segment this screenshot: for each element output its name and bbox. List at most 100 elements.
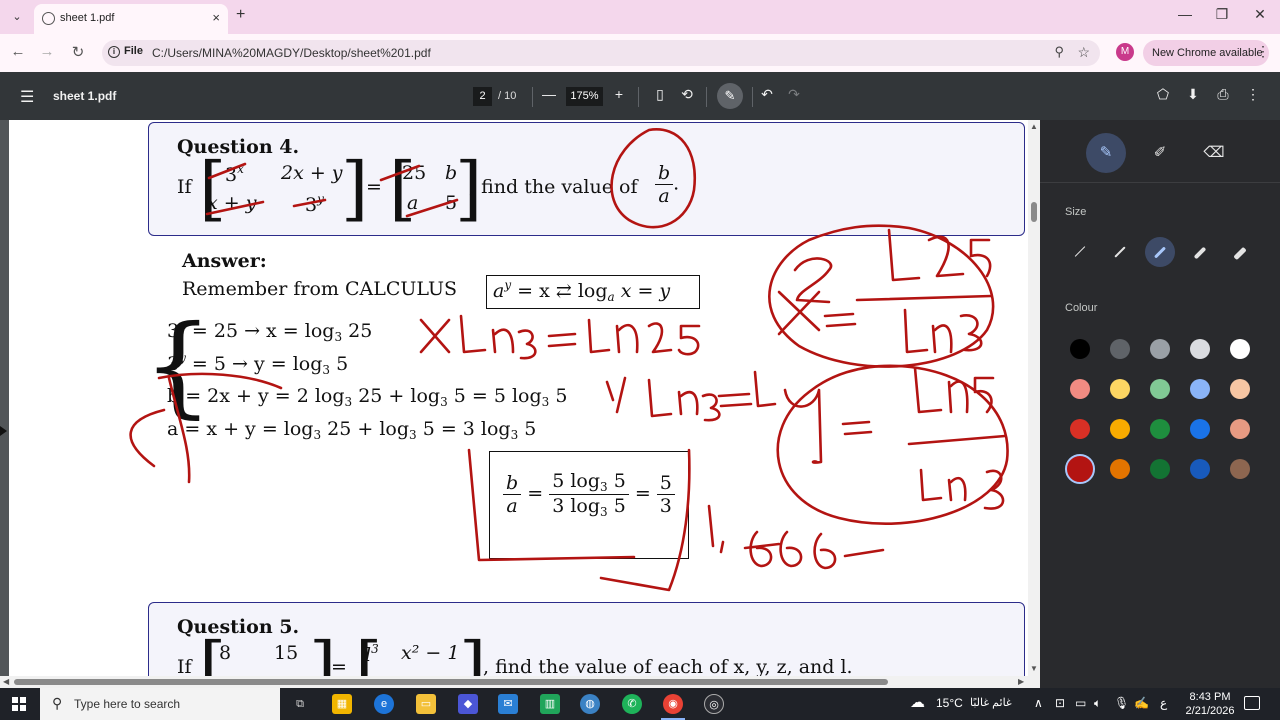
size-option-2[interactable] [1105,237,1135,267]
minimize-button[interactable]: — [1170,6,1200,22]
microphone-icon[interactable]: 🎙︎ [1114,696,1129,710]
rotate-icon[interactable]: ⟲ [677,86,697,103]
back-button[interactable]: ← [8,43,28,60]
pdf-more-icon[interactable]: ⋮ [1243,86,1263,103]
colour-swatch[interactable] [1150,379,1170,399]
size-option-5[interactable] [1225,237,1255,267]
globe-app-icon[interactable]: ◍ [580,694,600,714]
chrome-icon[interactable]: ◉ [663,694,683,714]
pen-tool-button[interactable]: ✎ [1086,133,1126,173]
zoom-out-button[interactable]: — [539,86,559,102]
chart-app-icon[interactable]: ▥ [540,694,560,714]
copilot-icon[interactable]: ◆ [458,694,478,714]
colour-swatch[interactable] [1110,339,1130,359]
show-hidden-icons[interactable]: ∧ [1034,696,1043,710]
colour-swatch[interactable] [1190,379,1210,399]
horizontal-scroll-thumb[interactable] [14,679,888,685]
site-info-chip[interactable]: i File [108,45,143,58]
scroll-down-arrow[interactable]: ▼ [1030,664,1038,673]
task-view-icon[interactable]: ⧉ [290,694,310,714]
weather-icon[interactable]: ☁ [910,693,925,711]
url-text[interactable]: C:/Users/MINA%20MAGDY/Desktop/sheet%201.… [152,46,431,60]
undo-button[interactable]: ↶ [757,86,777,103]
colour-swatch[interactable] [1230,419,1250,439]
redo-button[interactable]: ↷ [784,86,804,103]
clock[interactable]: 8:43 PM 2/21/2026 [1180,690,1240,718]
browser-menu-icon[interactable]: ⋮ [1256,43,1270,60]
scroll-up-arrow[interactable]: ▲ [1030,122,1038,131]
colour-swatch[interactable] [1070,419,1090,439]
profile-avatar[interactable]: M [1116,43,1134,61]
colour-swatch[interactable] [1190,419,1210,439]
vertical-scroll-thumb[interactable] [1031,202,1037,222]
colour-swatch[interactable] [1150,419,1170,439]
size-option-1[interactable] [1065,237,1095,267]
download-icon[interactable]: ⬇ [1183,86,1203,103]
mail-icon[interactable]: ✉ [498,694,518,714]
vertical-scrollbar[interactable]: ▲ ▼ [1028,120,1040,676]
colour-swatch[interactable] [1230,339,1250,359]
add-annotation-icon[interactable]: ⬠ [1153,86,1173,103]
colour-swatch[interactable] [1150,459,1170,479]
horizontal-scrollbar[interactable]: ◀ ▶ [0,676,1040,688]
recorder-icon[interactable]: ◎ [704,694,724,714]
ink-text [777,257,833,336]
eraser-tool-button[interactable]: ⌫ [1194,133,1234,173]
reload-button[interactable]: ↻ [68,43,88,61]
pdf-page[interactable]: Question 4. If [ 3x 2x + y x + y 3y ] = … [9,120,1028,676]
notification-icon[interactable] [1244,696,1260,710]
weather-condition[interactable]: غائم غالبًا [970,696,1012,709]
pdf-viewer[interactable]: Question 4. If [ 3x 2x + y x + y 3y ] = … [0,120,1040,676]
colour-swatch[interactable] [1190,339,1210,359]
taskbar-search[interactable]: ⚲ Type here to search [40,688,280,720]
chrome-update-button[interactable]: New Chrome available [1143,40,1269,66]
colour-swatch[interactable] [1110,419,1130,439]
zoom-level-input[interactable]: 175% [566,87,603,106]
display-icon[interactable]: ▭ [1075,696,1086,710]
chat-app-icon[interactable]: ✆ [622,694,642,714]
scroll-right-arrow[interactable]: ▶ [1018,677,1024,686]
bookmark-star-icon[interactable]: ☆ [1077,44,1090,61]
new-tab-button[interactable]: + [236,6,245,24]
highlighter-tool-button[interactable]: ✐ [1140,133,1180,173]
window-close-button[interactable]: ✕ [1245,6,1275,23]
page-number-input[interactable]: 2 [473,87,492,106]
colour-swatch[interactable] [1230,379,1250,399]
input-language[interactable]: ع [1160,696,1167,710]
file-explorer-icon[interactable]: ▭ [416,694,436,714]
result-expression: ba = 5 log3 53 log3 5 = 53 [503,470,675,519]
pdf-menu-icon[interactable]: ☰ [20,87,34,107]
size-option-4[interactable] [1185,237,1215,267]
windows-start-icon[interactable] [12,697,26,711]
scroll-left-arrow[interactable]: ◀ [3,677,9,686]
colour-swatch[interactable] [1070,339,1090,359]
address-bar[interactable]: i File C:/Users/MINA%20MAGDY/Desktop/shee… [102,40,1100,66]
site-chip-label: File [124,45,143,57]
pen-tray-icon[interactable]: ✍ [1134,696,1149,710]
forward-button[interactable]: → [37,43,57,60]
volume-icon[interactable]: 🔈︎ [1094,696,1101,711]
store-icon[interactable]: ▦ [332,694,352,714]
network-icon[interactable]: ⊡ [1055,696,1065,710]
size-option-3[interactable] [1145,237,1175,267]
weather-temp[interactable]: 15°C [936,696,963,710]
colour-swatch[interactable] [1110,459,1130,479]
colour-swatch[interactable] [1065,454,1095,484]
browser-tab[interactable]: sheet 1.pdf × [34,4,228,34]
annotate-mode-button[interactable]: ✎ [717,83,743,109]
zoom-icon[interactable]: ⚲ [1054,44,1064,60]
tab-search-button[interactable]: ⌄ [6,7,28,27]
edge-icon[interactable]: e [374,694,394,714]
colour-swatch[interactable] [1190,459,1210,479]
tab-close-button[interactable]: × [212,10,220,25]
zoom-in-button[interactable]: + [609,86,629,102]
ink-text [749,530,837,570]
fit-page-icon[interactable]: ▯ [650,86,670,103]
colour-swatch[interactable] [1070,379,1090,399]
colour-swatch[interactable] [1230,459,1250,479]
maximize-button[interactable]: ❐ [1207,6,1237,23]
print-icon[interactable]: ⎙ [1213,86,1233,103]
colour-swatch[interactable] [1110,379,1130,399]
q5-m12: 15 [274,642,299,664]
colour-swatch[interactable] [1150,339,1170,359]
